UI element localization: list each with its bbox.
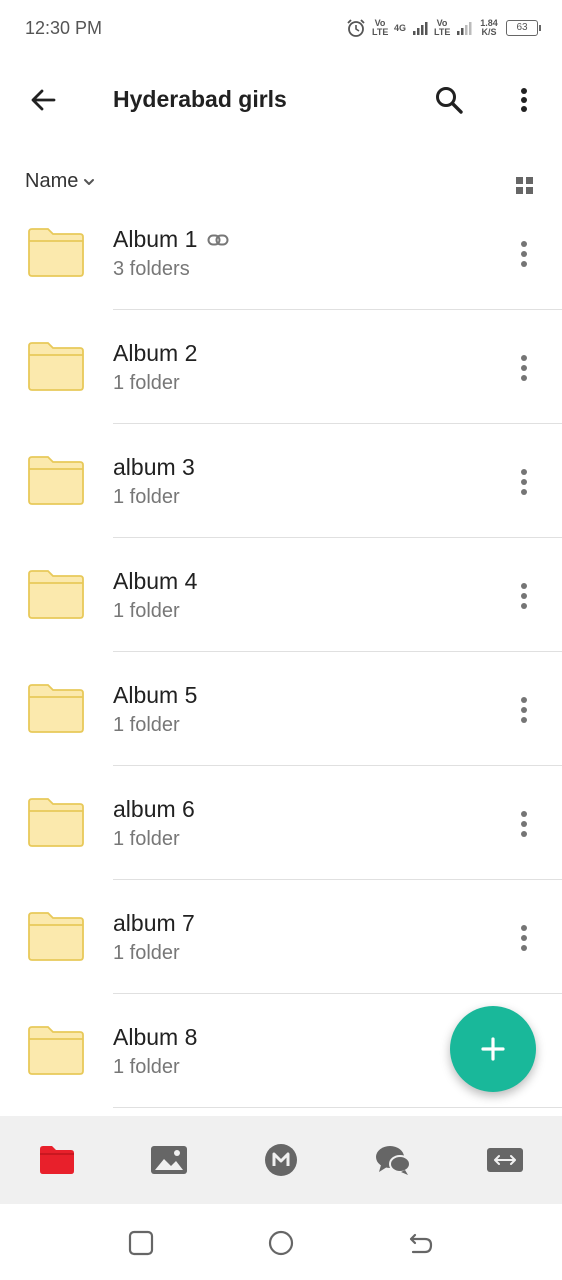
folder-options-button[interactable] — [510, 804, 538, 844]
folder-name: album 7 — [113, 910, 195, 936]
mega-icon — [265, 1144, 297, 1176]
folder-icon — [28, 570, 84, 619]
back-nav-button[interactable] — [407, 1230, 435, 1256]
folder-name: Album 2 — [113, 340, 198, 366]
folder-meta: 1 folder — [113, 1056, 180, 1078]
folder-icon — [40, 1146, 74, 1174]
more-vert-icon — [521, 583, 527, 609]
signal-2-icon — [457, 22, 472, 35]
chat-icon — [376, 1146, 411, 1175]
back-button[interactable] — [24, 80, 64, 120]
folder-list-item[interactable]: album 3 1 folder — [0, 424, 562, 538]
nav-photos[interactable] — [149, 1142, 189, 1178]
overflow-menu-button[interactable] — [506, 80, 542, 120]
app-bar: Hyderabad girls — [0, 56, 562, 144]
status-bar: 12:30 PM Vo LTE 4G Vo LTE 1.84 K/S 63 — [0, 0, 562, 56]
sort-label: Name — [25, 170, 79, 192]
folder-options-button[interactable] — [510, 234, 538, 274]
folder-meta: 1 folder — [113, 372, 180, 394]
photos-icon — [151, 1146, 187, 1174]
back-arrow-icon — [409, 1233, 433, 1254]
system-navigation — [0, 1204, 562, 1280]
folder-icon — [28, 228, 84, 277]
home-button[interactable] — [267, 1230, 295, 1256]
more-vert-icon — [521, 811, 527, 837]
volte-2-label: Vo LTE — [434, 18, 451, 37]
folder-list-item[interactable]: Album 4 1 folder — [0, 538, 562, 652]
sort-by-button[interactable]: Name — [25, 170, 96, 193]
status-time: 12:30 PM — [25, 18, 103, 38]
folder-icon — [28, 798, 84, 847]
folder-icon — [28, 912, 84, 961]
search-icon — [436, 87, 463, 114]
folder-meta: 1 folder — [113, 828, 180, 850]
alarm-icon — [347, 19, 365, 37]
folder-name: Album 4 — [113, 568, 198, 594]
folder-options-button[interactable] — [510, 690, 538, 730]
grid-view-button[interactable] — [514, 174, 536, 196]
folder-name: Album 8 — [113, 1024, 198, 1050]
folder-meta: 1 folder — [113, 942, 180, 964]
status-icons: Vo LTE 4G Vo LTE 1.84 K/S 63 — [346, 16, 541, 40]
chevron-down-icon — [84, 178, 95, 185]
battery-icon: 63 — [506, 20, 541, 36]
folder-options-button[interactable] — [510, 576, 538, 616]
recents-button[interactable] — [127, 1230, 155, 1256]
folder-list-item[interactable]: album 6 1 folder — [0, 766, 562, 880]
folder-meta: 1 folder — [113, 486, 180, 508]
folder-name: Album 5 — [113, 682, 198, 708]
folder-icon — [28, 342, 84, 391]
folder-name: Album 1 — [113, 226, 198, 252]
folder-icon — [28, 1026, 84, 1075]
folder-meta: 1 folder — [113, 714, 180, 736]
folder-list-item[interactable]: album 7 1 folder — [0, 880, 562, 994]
folder-icon — [28, 456, 84, 505]
nav-cloud-drive[interactable] — [37, 1142, 77, 1178]
more-vert-icon — [521, 88, 527, 112]
bottom-navigation — [0, 1116, 562, 1204]
search-button[interactable] — [429, 80, 469, 120]
folder-list-item[interactable]: Album 2 1 folder — [0, 310, 562, 424]
volte-1-label: Vo LTE — [372, 18, 389, 37]
grid-view-icon — [516, 177, 533, 194]
network-type-label: 4G — [394, 22, 407, 33]
add-fab-button[interactable] — [450, 1006, 536, 1092]
link-icon — [207, 234, 229, 245]
more-vert-icon — [521, 355, 527, 381]
net-speed-label: 1.84 K/S — [480, 18, 498, 37]
folder-list: Album 1 3 folders Album 2 1 folder album… — [0, 196, 562, 1108]
page-title: Hyderabad girls — [113, 86, 287, 112]
folder-meta: 1 folder — [113, 600, 180, 622]
folder-name: album 3 — [113, 454, 195, 480]
arrow-back-icon — [31, 89, 56, 111]
more-vert-icon — [521, 241, 527, 267]
folder-options-button[interactable] — [510, 462, 538, 502]
folder-options-button[interactable] — [510, 918, 538, 958]
signal-1-icon — [413, 22, 428, 35]
folder-list-item[interactable]: Album 1 3 folders — [0, 196, 562, 310]
circle-icon — [268, 1230, 294, 1256]
more-vert-icon — [521, 925, 527, 951]
folder-name: album 6 — [113, 796, 195, 822]
plus-icon — [481, 1037, 505, 1061]
list-divider — [113, 1106, 562, 1108]
nav-transfers[interactable] — [485, 1142, 525, 1178]
folder-icon — [28, 684, 84, 733]
folder-meta: 3 folders — [113, 258, 190, 280]
nav-chat[interactable] — [373, 1142, 413, 1178]
nav-home[interactable] — [261, 1142, 301, 1178]
more-vert-icon — [521, 697, 527, 723]
more-vert-icon — [521, 469, 527, 495]
folder-list-item[interactable]: Album 5 1 folder — [0, 652, 562, 766]
transfers-icon — [487, 1148, 523, 1172]
folder-options-button[interactable] — [510, 348, 538, 388]
square-icon — [128, 1230, 154, 1256]
